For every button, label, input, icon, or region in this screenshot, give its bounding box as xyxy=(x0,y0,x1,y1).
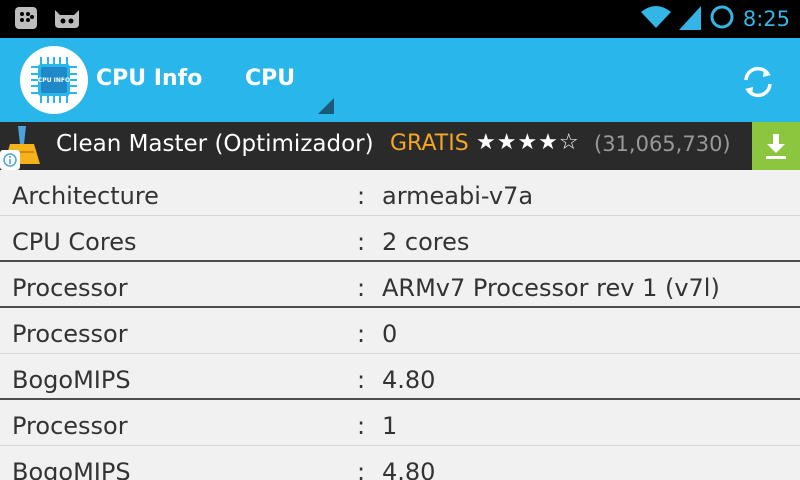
list-item: CPU Cores : 2 cores xyxy=(0,216,800,262)
list-item: BogoMIPS : 4.80 xyxy=(0,354,800,400)
item-separator: : xyxy=(357,228,366,256)
ad-banner[interactable]: Clean Master (Optimizador) GRATIS ★★★★☆ … xyxy=(0,122,800,170)
item-key: Processor xyxy=(12,274,128,302)
app-title: CPU Info xyxy=(96,66,203,91)
item-separator: : xyxy=(357,274,366,302)
bbm-icon xyxy=(14,6,38,34)
item-separator: : xyxy=(357,320,366,348)
cyanogen-icon xyxy=(52,6,82,34)
app-icon-label: CPU INFO xyxy=(38,77,70,84)
ad-info-icon[interactable] xyxy=(0,150,20,170)
item-key: Architecture xyxy=(12,182,159,210)
item-separator: : xyxy=(357,182,366,210)
item-value: 4.80 xyxy=(382,366,436,394)
status-bar: 8:25 xyxy=(0,0,800,38)
spinner-label: CPU xyxy=(245,66,296,91)
cpu-spinner[interactable]: CPU xyxy=(236,38,334,114)
ad-price: GRATIS xyxy=(390,131,469,156)
ad-title: Clean Master (Optimizador) xyxy=(56,131,374,157)
item-key: CPU Cores xyxy=(12,228,137,256)
ad-rating-count: (31,065,730) xyxy=(594,132,731,156)
item-value: ARMv7 Processor rev 1 (v7l) xyxy=(382,274,720,302)
list-item: Processor : 1 xyxy=(0,400,800,446)
status-time: 8:25 xyxy=(742,7,790,31)
list-item: BogoMIPS : 4.80 xyxy=(0,446,800,480)
item-value: 4.80 xyxy=(382,458,436,480)
item-separator: : xyxy=(357,412,366,440)
list-item: Processor : 0 xyxy=(0,308,800,354)
ad-download-button[interactable] xyxy=(752,122,800,170)
list-item: Architecture : armeabi-v7a xyxy=(0,170,800,216)
download-icon xyxy=(766,134,786,159)
action-bar: CPU INFO CPU Info CPU xyxy=(0,38,800,122)
refresh-button[interactable] xyxy=(738,62,778,102)
item-key: Processor xyxy=(12,320,128,348)
item-key: BogoMIPS xyxy=(12,458,131,480)
battery-icon xyxy=(709,4,735,34)
item-key: BogoMIPS xyxy=(12,366,131,394)
item-key: Processor xyxy=(12,412,128,440)
chip-icon: CPU INFO xyxy=(31,57,77,103)
item-value: 1 xyxy=(382,412,398,440)
item-separator: : xyxy=(357,458,366,480)
app-icon[interactable]: CPU INFO xyxy=(20,46,88,114)
ad-rating-stars: ★★★★☆ xyxy=(476,130,580,155)
list-item: Processor : ARMv7 Processor rev 1 (v7l) xyxy=(0,262,800,308)
spinner-caret-icon xyxy=(318,98,334,114)
item-value: 2 cores xyxy=(382,228,470,256)
item-value: armeabi-v7a xyxy=(382,182,534,210)
wifi-icon xyxy=(640,4,671,34)
cpu-info-list: Architecture : armeabi-v7a CPU Cores : 2… xyxy=(0,170,800,480)
item-separator: : xyxy=(357,366,366,394)
signal-icon xyxy=(678,4,701,34)
refresh-icon xyxy=(744,66,772,98)
item-value: 0 xyxy=(382,320,398,348)
